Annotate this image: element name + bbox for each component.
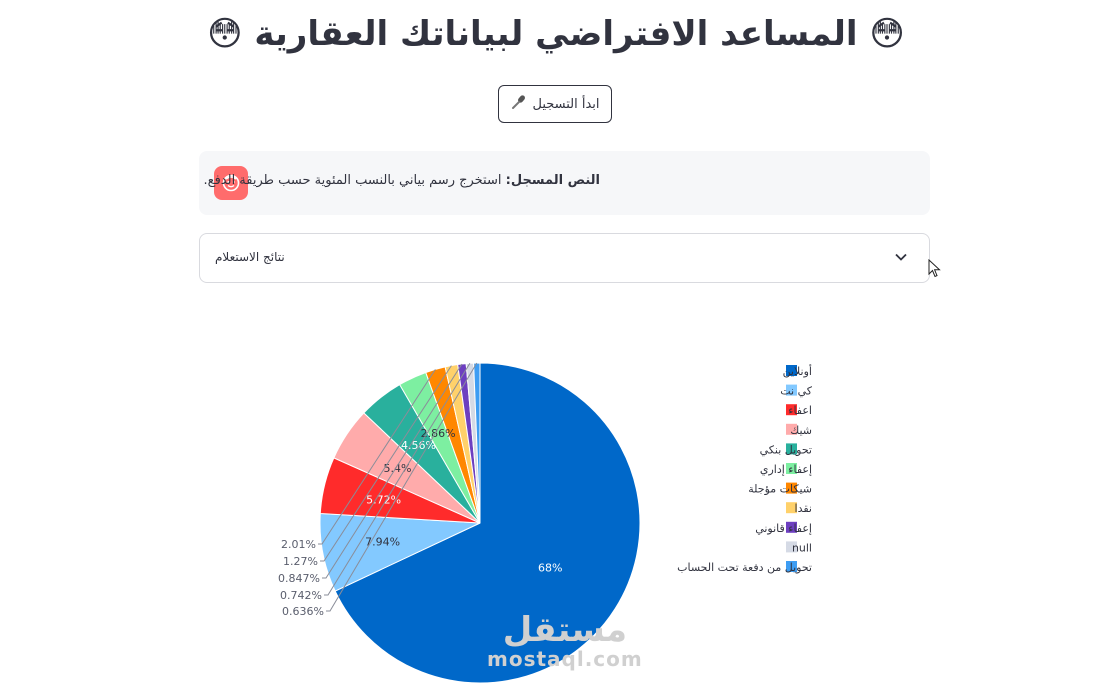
- legend-label: تحويل من دفعة تحت الحساب: [677, 561, 812, 574]
- start-recording-button[interactable]: ابدأ التسجيل: [498, 85, 612, 123]
- record-button-label: ابدأ التسجيل: [532, 96, 600, 112]
- query-results-expander[interactable]: نتائج الاستعلام: [199, 233, 930, 283]
- legend-label: أونلاين: [783, 364, 812, 378]
- watermark-arabic: مستقل: [502, 610, 628, 650]
- watermark: مستقل mostaql.com: [487, 612, 643, 670]
- legend-label: إعفاء إداري: [760, 463, 812, 476]
- slice-value-label: 0.636%: [282, 605, 324, 618]
- slice-value-label: 68%: [538, 562, 562, 575]
- legend-label: شيك: [790, 424, 812, 437]
- chat-text: النص المسجل: استخرج رسم بياني بالنسب الم…: [204, 173, 600, 188]
- chevron-down-icon: [893, 249, 909, 269]
- slice-value-label: 2.01%: [281, 538, 316, 551]
- legend-label: اعفاء: [788, 404, 812, 417]
- legend-label: شيكات مؤجلة: [748, 483, 812, 496]
- slice-value-label: 0.847%: [278, 572, 320, 585]
- slice-value-label: 1.27%: [283, 555, 318, 568]
- watermark-latin: mostaql.com: [487, 647, 643, 671]
- microphone-icon: [510, 94, 526, 114]
- chat-message-text: استخرج رسم بياني بالنسب المئوية حسب طريق…: [203, 173, 502, 188]
- mouse-cursor-icon: [928, 259, 941, 278]
- legend-label: null: [792, 541, 812, 554]
- chat-prefix: النص المسجل:: [505, 173, 600, 188]
- legend-label: نقدا: [795, 502, 812, 515]
- page-title: 😳 المساعد الافتراضي لبياناتك العقارية 😳: [207, 14, 905, 54]
- expander-label: نتائج الاستعلام: [215, 250, 285, 264]
- legend-label: تحويل بنكي: [760, 443, 812, 456]
- legend-label: كي نت: [780, 385, 813, 398]
- slice-value-label: 0.742%: [280, 589, 322, 602]
- legend-label: إعفاء قانوني: [755, 522, 812, 535]
- chat-message: النص المسجل: استخرج رسم بياني بالنسب الم…: [199, 151, 930, 215]
